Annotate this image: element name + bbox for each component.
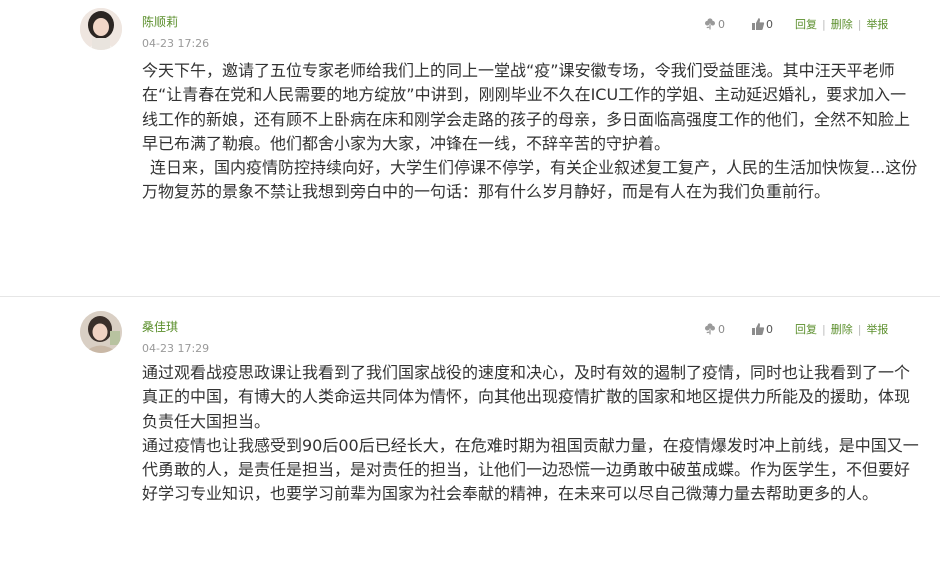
username[interactable]: 桑佳琪 bbox=[142, 320, 178, 334]
comment-body: 今天下午，邀请了五位专家老师给我们上的同上一堂战“疫”课安徽专场，令我们受益匪浅… bbox=[142, 59, 920, 205]
flower-count: 0 bbox=[718, 17, 725, 31]
comment-actions: 0 0 回复 | 删除 | 举报 bbox=[703, 16, 888, 32]
reply-link[interactable]: 回复 bbox=[795, 16, 817, 32]
comment-paragraph: 通过疫情也让我感受到90后00后已经长大，在危难时期为祖国贡献力量，在疫情爆发时… bbox=[142, 435, 919, 504]
comment-item: 桑佳琪 04-23 17:29 0 0 回复 | 删除 | 举报 通过观看战疫思… bbox=[0, 297, 940, 567]
username[interactable]: 陈顺莉 bbox=[142, 15, 178, 29]
separator: | bbox=[857, 322, 862, 336]
like-count: 0 bbox=[766, 322, 773, 336]
timestamp: 04-23 17:26 bbox=[142, 37, 210, 50]
reply-link[interactable]: 回复 bbox=[795, 321, 817, 337]
comment-paragraph: 通过观看战疫思政课让我看到了我们国家战役的速度和决心，及时有效的遏制了疫情，同时… bbox=[142, 363, 911, 431]
thumbs-up-icon[interactable] bbox=[751, 17, 765, 31]
timestamp: 04-23 17:29 bbox=[142, 342, 210, 355]
report-link[interactable]: 举报 bbox=[866, 16, 888, 32]
comment-item: 陈顺莉 04-23 17:26 0 0 回复 | 删除 | 举报 今天下午，邀请… bbox=[0, 0, 940, 297]
delete-link[interactable]: 删除 bbox=[831, 321, 853, 337]
comment-paragraph: 连日来，国内疫情防控持续向好，大学生们停课不停学，有关企业叙述复工复产，人民的生… bbox=[142, 158, 918, 202]
comment-body: 通过观看战疫思政课让我看到了我们国家战役的速度和决心，及时有效的遏制了疫情，同时… bbox=[142, 361, 920, 507]
flower-icon[interactable] bbox=[703, 17, 717, 31]
flower-icon[interactable] bbox=[703, 322, 717, 336]
delete-link[interactable]: 删除 bbox=[831, 16, 853, 32]
comment-paragraph: 今天下午，邀请了五位专家老师给我们上的同上一堂战“疫”课安徽专场，令我们受益匪浅… bbox=[142, 61, 911, 153]
separator: | bbox=[857, 17, 862, 31]
separator: | bbox=[822, 17, 826, 31]
avatar[interactable] bbox=[80, 311, 122, 353]
report-link[interactable]: 举报 bbox=[866, 321, 888, 337]
comment-actions: 0 0 回复 | 删除 | 举报 bbox=[703, 321, 888, 337]
avatar[interactable] bbox=[80, 8, 122, 50]
separator: | bbox=[822, 322, 826, 336]
flower-count: 0 bbox=[718, 322, 725, 336]
like-count: 0 bbox=[766, 17, 773, 31]
thumbs-up-icon[interactable] bbox=[751, 322, 765, 336]
